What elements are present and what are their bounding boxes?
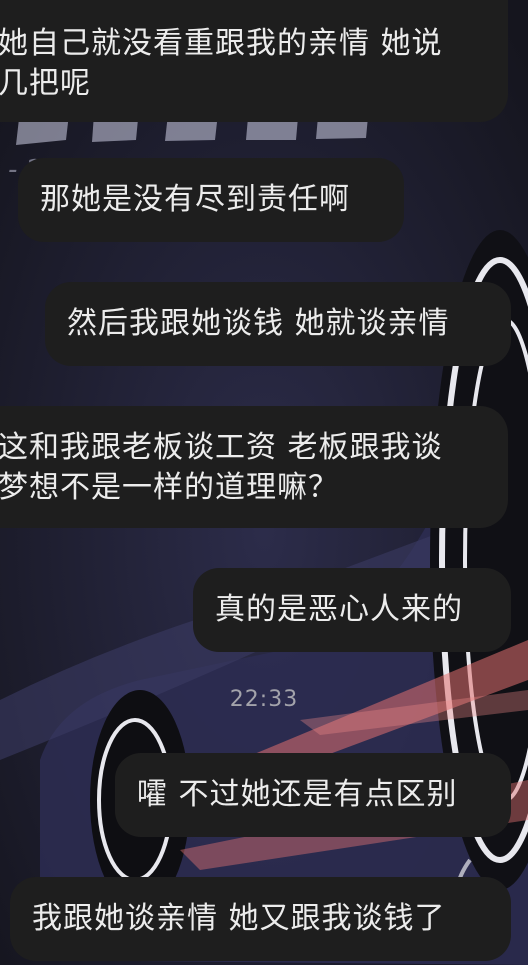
message-text: 然后我跟她谈钱 她就谈亲情 [67, 306, 450, 341]
timestamp: 22:33 [229, 687, 299, 712]
message-text: 我跟她谈亲情 她又跟我谈钱了 [32, 901, 446, 936]
message-bubble[interactable]: 然后我跟她谈钱 她就谈亲情 [45, 282, 511, 366]
message-text: 嚯 不过她还是有点区别 [137, 777, 458, 812]
message-bubble[interactable]: 这和我跟老板谈工资 老板跟我谈 梦想不是一样的道理嘛？ [0, 406, 508, 528]
message-text: 几把呢 [0, 66, 91, 101]
message-text: 梦想不是一样的道理嘛？ [0, 470, 339, 505]
message-bubble[interactable]: 真的是恶心人来的 [193, 568, 511, 652]
message-text: 她自己就没看重跟我的亲情 她说 [0, 26, 443, 61]
message-bubble[interactable]: 嚯 不过她还是有点区别 [115, 753, 511, 837]
message-text: 真的是恶心人来的 [215, 592, 463, 627]
message-bubble[interactable]: 她自己就没看重跟我的亲情 她说 几把呢 [0, 0, 508, 122]
message-text: 这和我跟老板谈工资 老板跟我谈 [0, 430, 443, 465]
message-text: 那她是没有尽到责任啊 [40, 182, 350, 217]
message-bubble[interactable]: 那她是没有尽到责任啊 [18, 158, 404, 242]
message-bubble[interactable]: 我跟她谈亲情 她又跟我谈钱了 [10, 877, 511, 961]
